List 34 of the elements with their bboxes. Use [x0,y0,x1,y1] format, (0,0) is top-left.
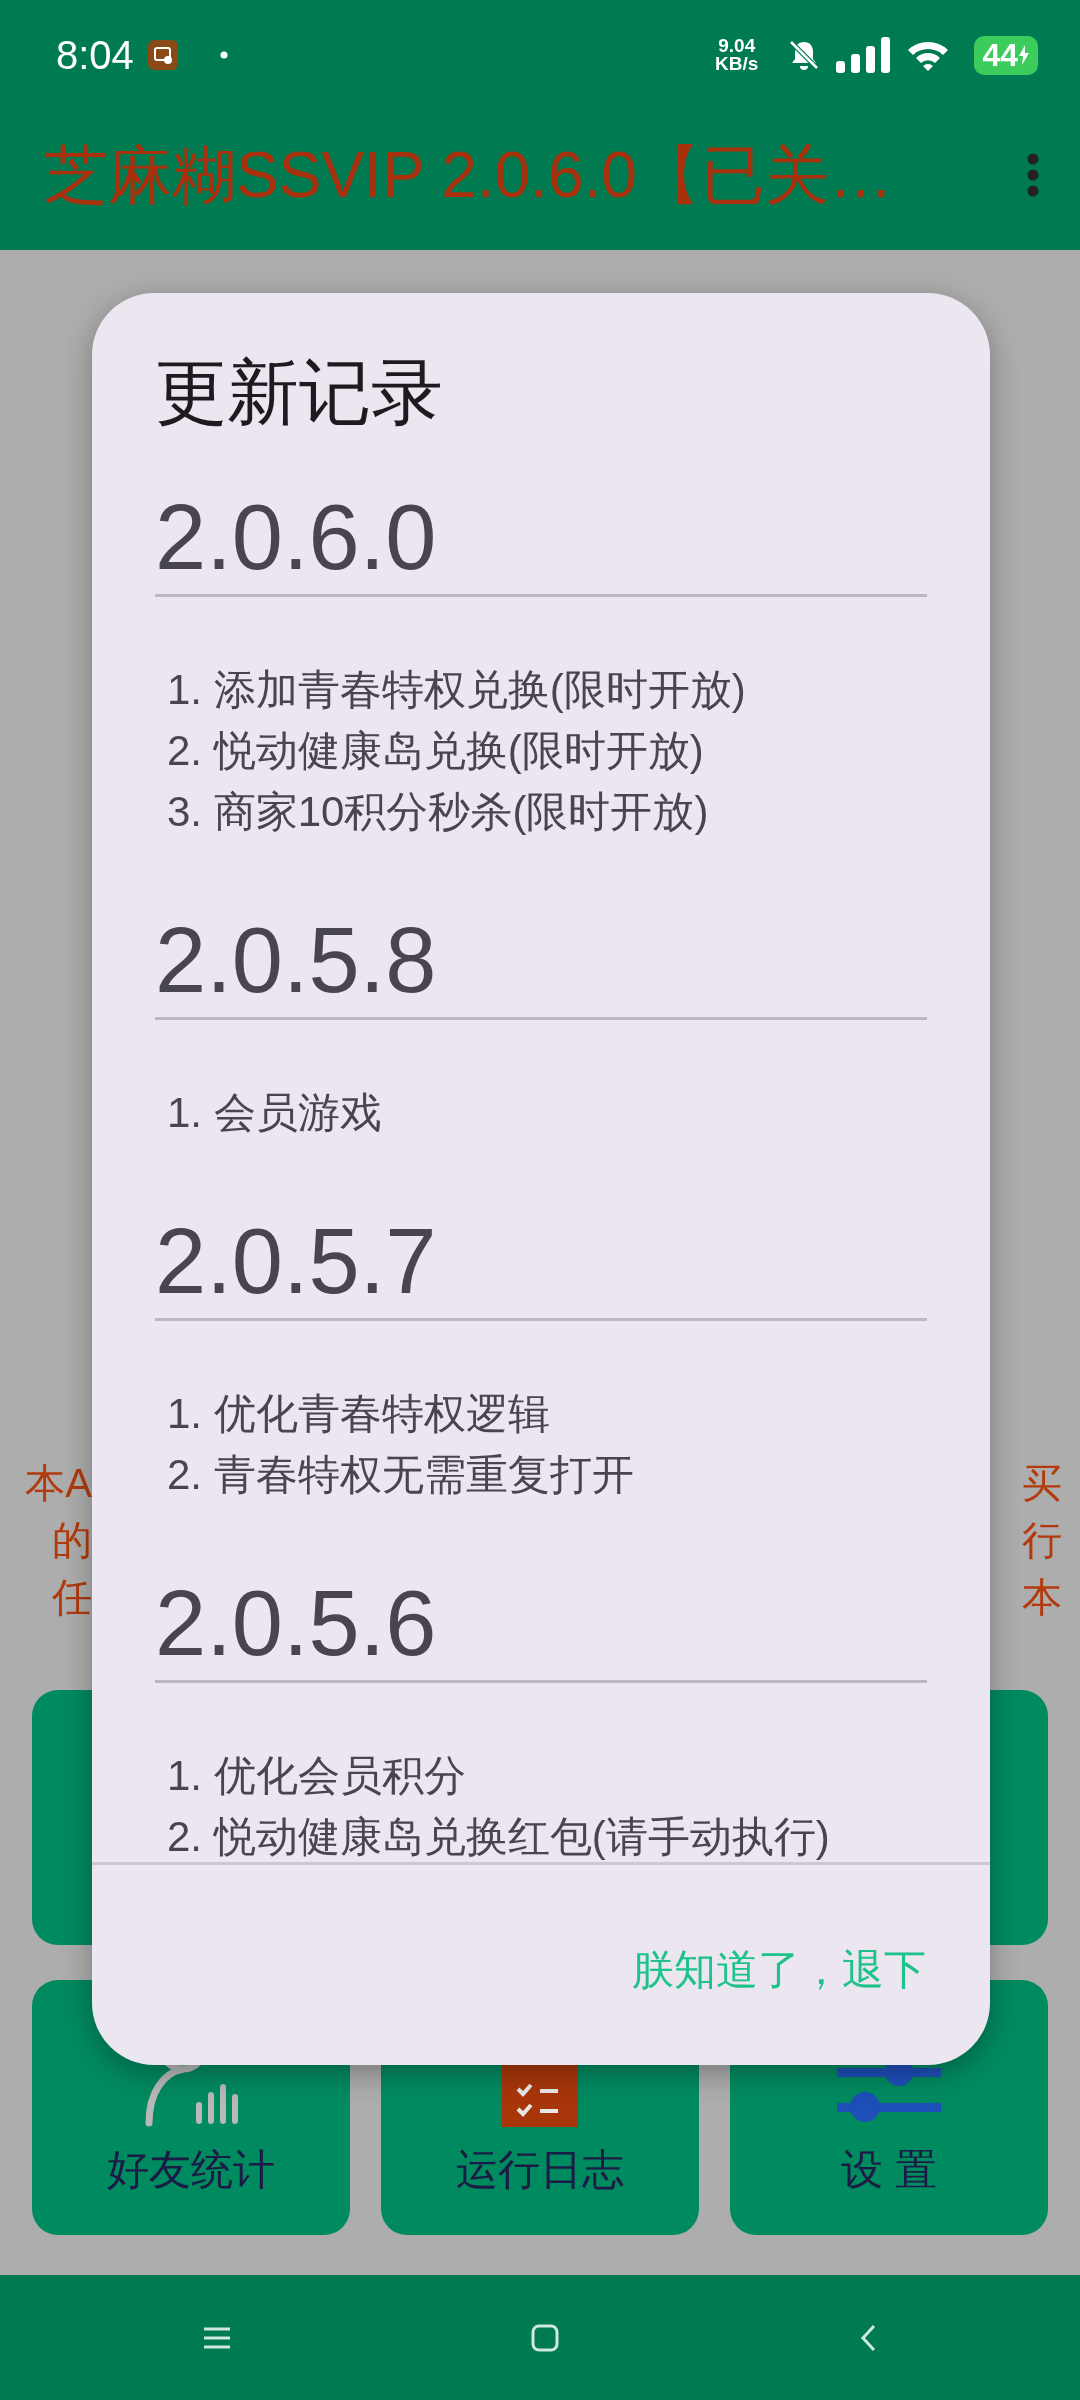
notice-text: 本A [25,1460,92,1507]
net-speed: 9.04 [718,37,756,55]
app-notification-icon [147,40,178,70]
version-heading: 2.0.6.0 [155,477,927,597]
change-item: 2. 悦动健康岛兑换(限时开放) [167,726,705,776]
change-item: 1. 优化青春特权逻辑 [167,1389,551,1439]
more-menu-icon[interactable] [1026,153,1040,197]
menu-icon[interactable] [203,2325,231,2350]
app-title: 芝麻糊SSVIP 2.0.6.0【已关… [44,137,894,213]
notice-text: 的 [52,1517,92,1564]
change-item: 2. 青春特权无需重复打开 [167,1450,635,1500]
notification-dot-icon [219,51,228,59]
home-icon[interactable] [531,2323,559,2352]
notice-text: 行 [1022,1517,1062,1564]
change-item: 3. 商家10积分秒杀(限时开放) [167,787,710,837]
battery-indicator: 44 [974,35,1038,75]
status-time: 8:04 [56,32,134,78]
dialog-title: 更新记录 [155,351,444,434]
notice-text: 任 [52,1574,92,1621]
net-speed-unit: KB/s [715,55,759,73]
card-label: 设 置 [841,2145,937,2195]
notice-text: 本 [1022,1574,1062,1621]
card-label: 好友统计 [107,2145,275,2195]
version-heading: 2.0.5.6 [155,1563,927,1683]
version-heading: 2.0.5.7 [155,1201,927,1321]
version-heading: 2.0.5.8 [155,900,927,1020]
card-label: 运行日志 [456,2145,624,2195]
change-item: 1. 会员游戏 [167,1088,383,1138]
change-item: 1. 优化会员积分 [167,1751,467,1801]
back-icon[interactable] [859,2323,877,2352]
change-item: 2. 悦动健康岛兑换红包(请手动执行) [167,1812,831,1862]
signal-icon [836,37,893,73]
notice-text: 买 [1022,1460,1062,1507]
change-item: 1. 添加青春特权兑换(限时开放) [167,665,747,715]
